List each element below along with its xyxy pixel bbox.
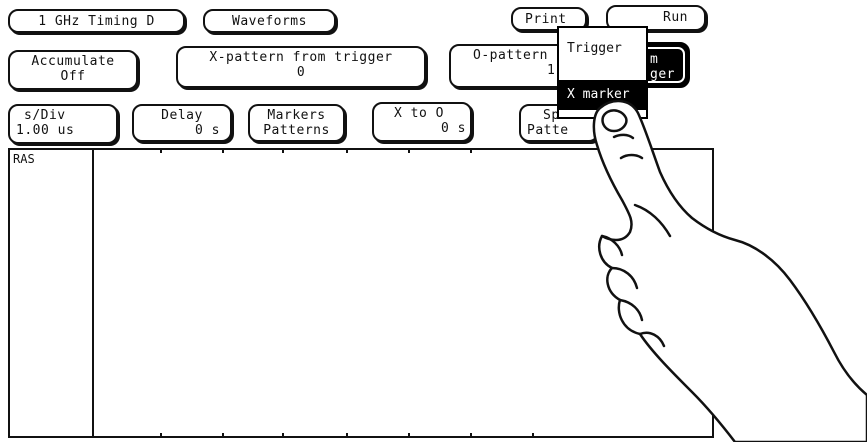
grid-tick — [470, 433, 472, 437]
s-div-value: 1.00 us — [16, 123, 75, 138]
popup-option-trigger[interactable]: Trigger — [559, 34, 646, 64]
accumulate-value: Off — [60, 69, 86, 84]
x-pattern-title: X-pattern from trigger — [209, 50, 393, 65]
waveforms-button[interactable]: Waveforms — [203, 9, 336, 33]
accumulate-button[interactable]: Accumulate Off — [8, 50, 138, 90]
markers-title: Markers — [267, 108, 326, 123]
x-to-o-title: X to O — [394, 106, 444, 121]
popup-option-x-marker[interactable]: X marker — [559, 80, 646, 110]
accumulate-title: Accumulate — [31, 54, 115, 69]
x-to-o-value: 0 s — [441, 121, 466, 136]
grid-tick — [408, 149, 410, 153]
x-pattern-button[interactable]: X-pattern from trigger 0 — [176, 46, 426, 88]
analyzer-name-button[interactable]: 1 GHz Timing D — [8, 9, 185, 33]
spec-patterns-value: Patte — [527, 123, 569, 138]
print-label: Print — [525, 12, 567, 27]
grid-tick — [282, 149, 284, 153]
grid-tick — [346, 149, 348, 153]
o-pattern-title: O-pattern — [473, 48, 548, 63]
channel-label-ras: RAS — [13, 152, 35, 166]
grid-tick — [222, 433, 224, 437]
delay-title: Delay — [161, 108, 203, 123]
s-div-button[interactable]: s/Div 1.00 us — [8, 104, 118, 144]
grid-tick — [346, 433, 348, 437]
s-div-title: s/Div — [24, 108, 66, 123]
grid-tick — [282, 433, 284, 437]
x-pattern-value: 0 — [296, 65, 306, 80]
waveform-display[interactable]: RAS — [8, 148, 714, 438]
grid-tick — [408, 433, 410, 437]
grid-tick — [160, 149, 162, 153]
analyzer-name-label: 1 GHz Timing D — [38, 14, 155, 29]
delay-value: 0 s — [195, 123, 220, 138]
o-pattern-value: 1 — [547, 63, 556, 78]
analyzer-screen: 1 GHz Timing D Waveforms Print Run Accum… — [0, 0, 867, 442]
o-pattern-button[interactable]: O-pattern 1 — [449, 44, 569, 88]
markers-value: Patterns — [263, 123, 330, 138]
run-label: Run — [663, 10, 688, 25]
grid-tick — [470, 149, 472, 153]
marker-select-popup: Trigger X marker — [557, 26, 648, 119]
waveforms-label: Waveforms — [232, 14, 307, 29]
delay-button[interactable]: Delay 0 s — [132, 104, 232, 142]
grid-tick — [222, 149, 224, 153]
x-to-o-button[interactable]: X to O 0 s — [372, 102, 472, 142]
markers-button[interactable]: Markers Patterns — [248, 104, 345, 142]
channel-label-column: RAS — [10, 150, 94, 436]
grid-tick — [532, 433, 534, 437]
grid-tick — [160, 433, 162, 437]
